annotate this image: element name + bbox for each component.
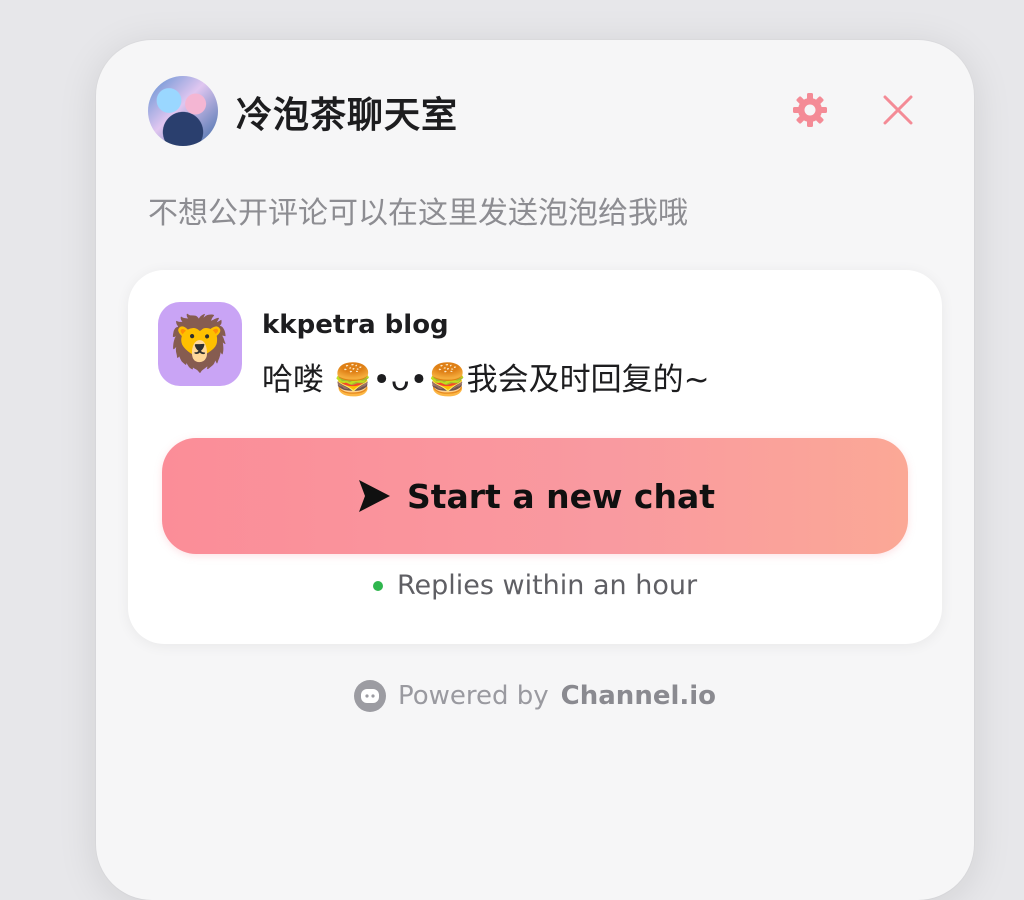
close-icon (883, 95, 913, 125)
profile-avatar (148, 76, 218, 146)
lion-icon: 🦁 (166, 312, 234, 375)
gear-icon (793, 93, 827, 127)
reply-status-text: Replies within an hour (396, 570, 698, 601)
page-title: 冷泡茶聊天室 (236, 95, 459, 136)
powered-by-footer[interactable]: Powered by Channel.io (96, 680, 974, 712)
subtitle: 不想公开评论可以在这里发送泡泡给我哦 (148, 196, 688, 231)
reply-status: Replies within an hour (128, 570, 942, 601)
start-new-chat-label: Start a new chat (406, 476, 716, 516)
chat-card: 🦁 kkpetra blog 哈喽 🍔•ᴗ•🍔我会及时回复的~ Start a … (128, 270, 942, 644)
bot-message: 哈喽 🍔•ᴗ•🍔我会及时回复的~ (262, 362, 710, 398)
brand-name: Channel.io (560, 681, 717, 711)
start-new-chat-button[interactable]: Start a new chat (162, 438, 908, 554)
bot-name: kkpetra blog (262, 310, 449, 340)
send-arrow-icon (358, 480, 390, 512)
online-dot-icon (372, 580, 383, 591)
chat-widget: 冷泡茶聊天室 不想公开评论可以在这里发送泡泡给我哦 🦁 kkpetra blog… (96, 40, 974, 900)
close-button[interactable] (878, 90, 918, 130)
bot-avatar: 🦁 (158, 302, 242, 386)
powered-by-text: Powered by (397, 681, 549, 711)
settings-button[interactable] (790, 90, 830, 130)
channel-io-icon (353, 680, 386, 712)
